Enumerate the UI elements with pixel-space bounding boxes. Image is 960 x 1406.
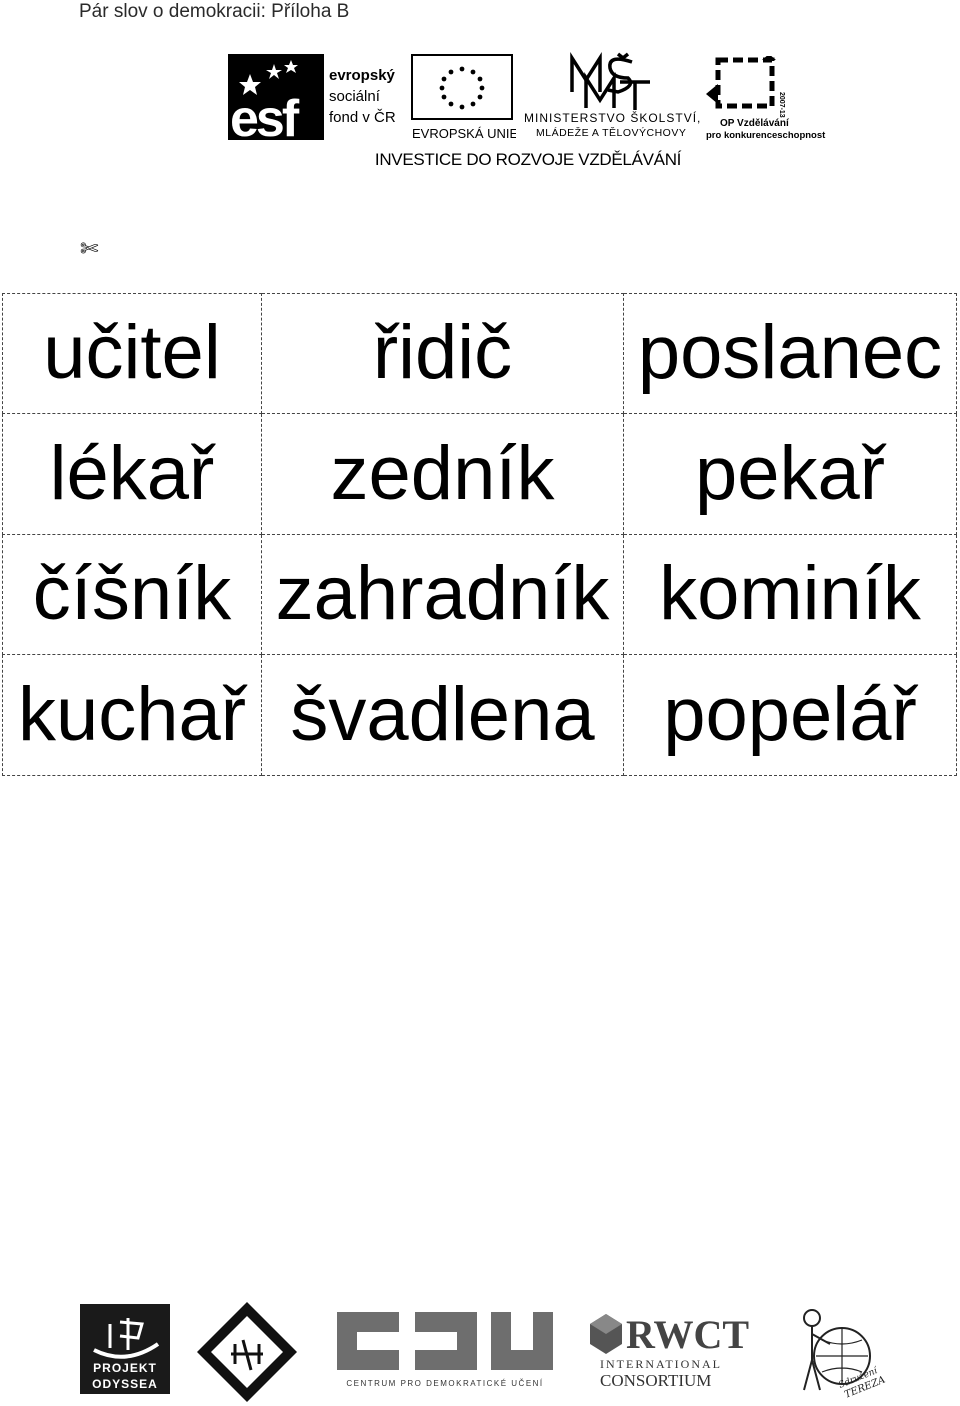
word-card: číšník (2, 534, 262, 656)
tereza-logo: Sdružení TEREZA (803, 1309, 887, 1400)
word-card: učitel (2, 293, 262, 414)
word-card: pekař (624, 413, 957, 535)
page-title: Pár slov o demokracii: Příloha B (79, 1, 350, 22)
esf-text-3: fond v ČR (329, 109, 396, 126)
op-years: 2007-13 (778, 92, 785, 118)
word-card: kominík (624, 534, 957, 656)
scissors-icon: ✄ (80, 236, 99, 261)
esf-text-1: evropský (329, 67, 396, 84)
msmt-logo: MINISTERSTVO ŠKOLSTVÍ, MLÁDEŽE A TĚLOVÝC… (524, 52, 701, 139)
eu-flag-logo: EVROPSKÁ UNIE (411, 54, 516, 140)
word-card: lékař (2, 413, 262, 535)
op-text-1: OP Vzdělávání (720, 118, 790, 129)
esf-text-2: sociální (329, 88, 381, 105)
word-card: zahradník (262, 534, 624, 656)
clovek-v-tisni-logo: ČLOVĚK V TÍSNI ČESKÁ REPUBLIKA (197, 1300, 297, 1404)
word-card: řidič (262, 293, 624, 414)
eu-text: EVROPSKÁ UNIE (412, 126, 516, 140)
word-card: kuchař (2, 655, 262, 776)
rwct-text-2: INTERNATIONAL (600, 1357, 722, 1371)
word-card: popelář (624, 655, 957, 776)
rwct-text-1: RWCT (626, 1312, 749, 1357)
msmt-text-1: MINISTERSTVO ŠKOLSTVÍ, (524, 110, 701, 125)
rwct-text-3: CONSORTIUM (600, 1371, 711, 1390)
svg-text:esf: esf (230, 90, 300, 142)
word-card: švadlena (262, 655, 624, 776)
esf-logo: esf evropský sociální fond v ČR (228, 54, 396, 142)
op-vzdelavani-logo: 2007-13 OP Vzdělávání pro konkurencescho… (706, 56, 826, 140)
word-cards-grid: učitel řidič poslanec lékař zedník pekař číšní… (2, 293, 957, 776)
rwct-logo: RWCT INTERNATIONAL CONSORTIUM (590, 1312, 749, 1390)
partner-logos: PROJEKT ODYSSEA ČLOVĚK V TÍSNI ČESKÁ REP… (0, 1296, 960, 1406)
word-card: poslanec (624, 293, 957, 414)
msmt-text-2: MLÁDEŽE A TĚLOVÝCHOVY (536, 126, 686, 139)
op-text-2: pro konkurenceschopnost (706, 130, 826, 140)
odyssea-text-1: PROJEKT (93, 1361, 157, 1375)
tagline: INVESTICE DO ROZVOJE VZDĚLÁVÁNÍ (374, 150, 682, 169)
word-card: zedník (262, 413, 624, 535)
odyssea-text-2: ODYSSEA (92, 1377, 158, 1391)
cdu-logo: CENTRUM PRO DEMOKRATICKÉ UČENÍ (337, 1312, 553, 1388)
projekt-odyssea-logo: PROJEKT ODYSSEA (80, 1304, 170, 1394)
sponsor-logos: esf evropský sociální fond v ČR EVROPSKÁ… (228, 52, 828, 177)
cdu-text: CENTRUM PRO DEMOKRATICKÉ UČENÍ (346, 1379, 543, 1388)
